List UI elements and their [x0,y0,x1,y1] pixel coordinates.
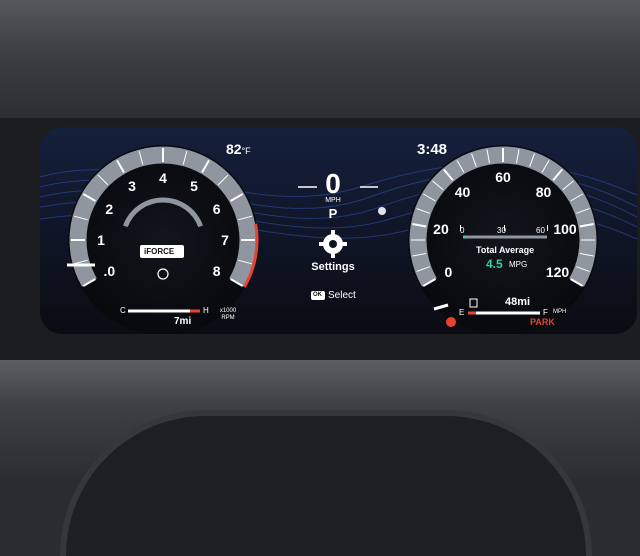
total-average-label: Total Average [476,245,535,255]
dashboard-top [0,0,640,125]
settings-label: Settings [311,261,355,273]
tach-tick-label: 1 [97,232,105,248]
gear-indicator: P [328,206,338,221]
ok-key-label: OK [313,292,322,298]
speedo-unit: MPH [553,309,567,315]
rpm-unit-line2: RPM [221,315,235,321]
digital-speed: 0 [325,168,341,199]
tach-tick-label: 6 [212,201,221,217]
speedo-tick-label: 100 [553,221,577,238]
cluster-graphics [40,127,637,334]
mini-scale-60: 60 [536,226,545,235]
select-hint: Select [328,290,356,301]
fuel-full-label: F [543,308,548,317]
clock: 3:48 [417,141,448,158]
instrument-cluster-display: x1000 RPM iFORCE C H 7mi 82°F 3:48 0 MPH… [40,127,637,334]
temp-cold-label: C [120,306,126,315]
steering-wheel [60,410,592,556]
traction-icon [378,207,386,215]
tach-tick-label: 5 [190,178,198,195]
tach-tick-label: .0 [103,263,116,279]
trip-distance: 7mi [174,316,192,327]
tach-tick-label: 2 [105,201,114,217]
speed-unit: MPH [325,197,341,204]
temp-hot-label: H [203,306,209,315]
mini-scale-30: 30 [497,226,506,235]
mpg-value: 4.5 [486,257,503,271]
park-brake-indicator: PARK [530,317,555,327]
tach-tick-label: 4 [159,170,167,186]
speedo-tick-label: 20 [433,221,449,238]
fuel-range: 48mi [505,296,531,308]
outside-temperature: 82°F [226,141,251,157]
tach-tick-label: 8 [212,263,221,279]
speedo-tick-label: 40 [454,183,471,200]
iforce-logo-text: iFORCE [144,247,175,256]
speedo-tick-label: 60 [495,169,511,185]
speedo-tick-label: 80 [535,183,552,200]
speedo-tick-label: 120 [545,263,570,280]
seatbelt-warning-icon [446,317,456,327]
tach-tick-label: 3 [128,178,136,195]
speedo-tick-label: 0 [444,263,453,280]
mpg-unit: MPG [509,260,528,269]
rpm-unit-line1: x1000 [219,308,237,314]
fuel-empty-label: E [459,308,465,317]
mini-scale-0: 0 [460,226,465,235]
tach-tick-label: 7 [221,232,229,248]
